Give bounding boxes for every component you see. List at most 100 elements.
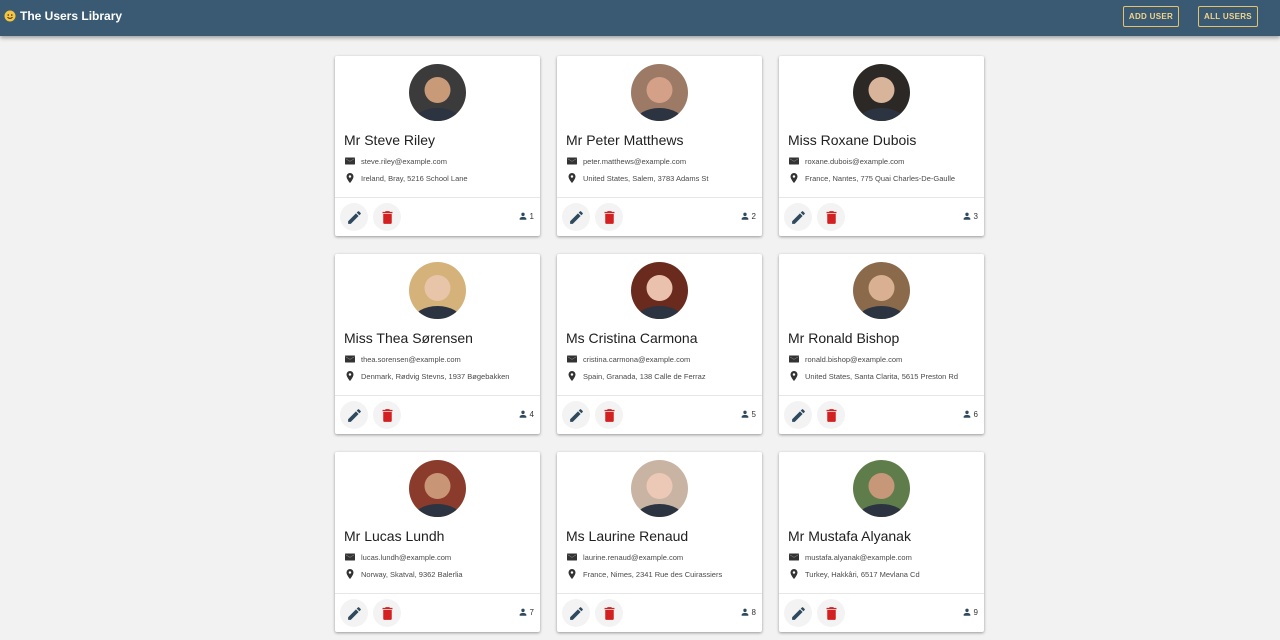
avatar bbox=[853, 460, 910, 517]
edit-button[interactable] bbox=[562, 203, 590, 231]
user-location: United States, Santa Clarita, 5615 Prest… bbox=[805, 371, 959, 381]
envelope-icon bbox=[789, 157, 799, 165]
user-email: steve.riley@example.com bbox=[361, 156, 447, 166]
user-email: ronald.bishop@example.com bbox=[805, 354, 903, 364]
user-email: cristina.carmona@example.com bbox=[583, 354, 691, 364]
edit-button[interactable] bbox=[340, 401, 368, 429]
user-id: 6 bbox=[962, 409, 978, 419]
brand[interactable]: The Users Library bbox=[4, 9, 122, 23]
person-icon bbox=[741, 608, 748, 616]
pencil-icon bbox=[347, 210, 361, 224]
app-title: The Users Library bbox=[20, 9, 123, 23]
edit-button[interactable] bbox=[784, 203, 812, 231]
location-row: Turkey, Hakkâri, 6517 Mevlana Cd bbox=[788, 568, 920, 580]
delete-button[interactable] bbox=[373, 401, 401, 429]
map-pin-icon bbox=[568, 371, 576, 381]
user-email: laurine.renaud@example.com bbox=[583, 552, 684, 562]
user-id: 5 bbox=[740, 409, 756, 419]
envelope-icon bbox=[345, 553, 355, 561]
avatar-image bbox=[631, 64, 688, 121]
user-id-number: 3 bbox=[973, 211, 978, 221]
map-pin-icon bbox=[346, 569, 354, 579]
user-id: 7 bbox=[518, 607, 534, 617]
pencil-icon bbox=[569, 408, 583, 422]
location-row: United States, Santa Clarita, 5615 Prest… bbox=[788, 370, 958, 382]
edit-button[interactable] bbox=[784, 401, 812, 429]
user-id-number: 8 bbox=[751, 607, 756, 617]
avatar bbox=[631, 262, 688, 319]
trash-icon bbox=[826, 606, 836, 620]
avatar bbox=[409, 64, 466, 121]
map-pin-icon bbox=[790, 371, 798, 381]
user-id-number: 9 bbox=[973, 607, 978, 617]
email-row: cristina.carmona@example.com bbox=[566, 353, 690, 365]
user-email: peter.matthews@example.com bbox=[583, 156, 687, 166]
user-name: Ms Laurine Renaud bbox=[566, 528, 689, 544]
person-icon bbox=[519, 212, 526, 220]
card-divider bbox=[779, 197, 984, 198]
user-name: Mr Mustafa Alyanak bbox=[788, 528, 911, 544]
all-users-button[interactable]: ALL USERS bbox=[1198, 6, 1258, 27]
location-row: France, Nantes, 775 Quai Charles-De-Gaul… bbox=[788, 172, 955, 184]
edit-button[interactable] bbox=[562, 401, 590, 429]
user-name: Ms Cristina Carmona bbox=[566, 330, 698, 346]
edit-button[interactable] bbox=[340, 599, 368, 627]
delete-button[interactable] bbox=[817, 203, 845, 231]
person-icon bbox=[741, 212, 748, 220]
user-card: Ms Laurine Renaud laurine.renaud@example… bbox=[557, 452, 762, 632]
user-id: 8 bbox=[740, 607, 756, 617]
delete-button[interactable] bbox=[373, 203, 401, 231]
edit-button[interactable] bbox=[340, 203, 368, 231]
user-email: roxane.dubois@example.com bbox=[805, 156, 905, 166]
card-divider bbox=[557, 197, 762, 198]
email-row: mustafa.alyanak@example.com bbox=[788, 551, 912, 563]
delete-button[interactable] bbox=[817, 599, 845, 627]
pencil-icon bbox=[347, 408, 361, 422]
trash-icon bbox=[382, 408, 392, 422]
user-id-number: 5 bbox=[751, 409, 756, 419]
user-card: Mr Lucas Lundh lucas.lundh@example.com N… bbox=[335, 452, 540, 632]
delete-button[interactable] bbox=[595, 599, 623, 627]
avatar bbox=[853, 64, 910, 121]
avatar-image bbox=[853, 64, 910, 121]
edit-button[interactable] bbox=[562, 599, 590, 627]
person-icon bbox=[519, 410, 526, 418]
delete-button[interactable] bbox=[595, 203, 623, 231]
envelope-icon bbox=[789, 355, 799, 363]
avatar-image bbox=[631, 262, 688, 319]
card-divider bbox=[335, 593, 540, 594]
person-icon bbox=[963, 212, 970, 220]
user-id-number: 4 bbox=[529, 409, 534, 419]
user-email: lucas.lundh@example.com bbox=[361, 552, 452, 562]
avatar bbox=[631, 64, 688, 121]
avatar-image bbox=[409, 262, 466, 319]
edit-button[interactable] bbox=[784, 599, 812, 627]
pencil-icon bbox=[347, 606, 361, 620]
delete-button[interactable] bbox=[595, 401, 623, 429]
location-row: United States, Salem, 3783 Adams St bbox=[566, 172, 709, 184]
avatar-image bbox=[409, 460, 466, 517]
email-row: steve.riley@example.com bbox=[344, 155, 447, 167]
pencil-icon bbox=[791, 606, 805, 620]
user-id: 1 bbox=[518, 211, 534, 221]
trash-icon bbox=[826, 408, 836, 422]
map-pin-icon bbox=[568, 173, 576, 183]
card-divider bbox=[779, 395, 984, 396]
delete-button[interactable] bbox=[817, 401, 845, 429]
person-icon bbox=[963, 410, 970, 418]
email-row: roxane.dubois@example.com bbox=[788, 155, 904, 167]
delete-button[interactable] bbox=[373, 599, 401, 627]
pencil-icon bbox=[791, 210, 805, 224]
user-email: mustafa.alyanak@example.com bbox=[805, 552, 912, 562]
user-name: Miss Thea Sørensen bbox=[344, 330, 473, 346]
add-user-button[interactable]: ADD USER bbox=[1123, 6, 1179, 27]
user-card-grid: Mr Steve Riley steve.riley@example.com I… bbox=[335, 56, 984, 632]
map-pin-icon bbox=[790, 173, 798, 183]
avatar bbox=[409, 460, 466, 517]
location-row: France, Nimes, 2341 Rue des Cuirassiers bbox=[566, 568, 722, 580]
avatar-image bbox=[631, 460, 688, 517]
trash-icon bbox=[604, 210, 614, 224]
card-divider bbox=[557, 395, 762, 396]
map-pin-icon bbox=[790, 569, 798, 579]
envelope-icon bbox=[567, 553, 577, 561]
